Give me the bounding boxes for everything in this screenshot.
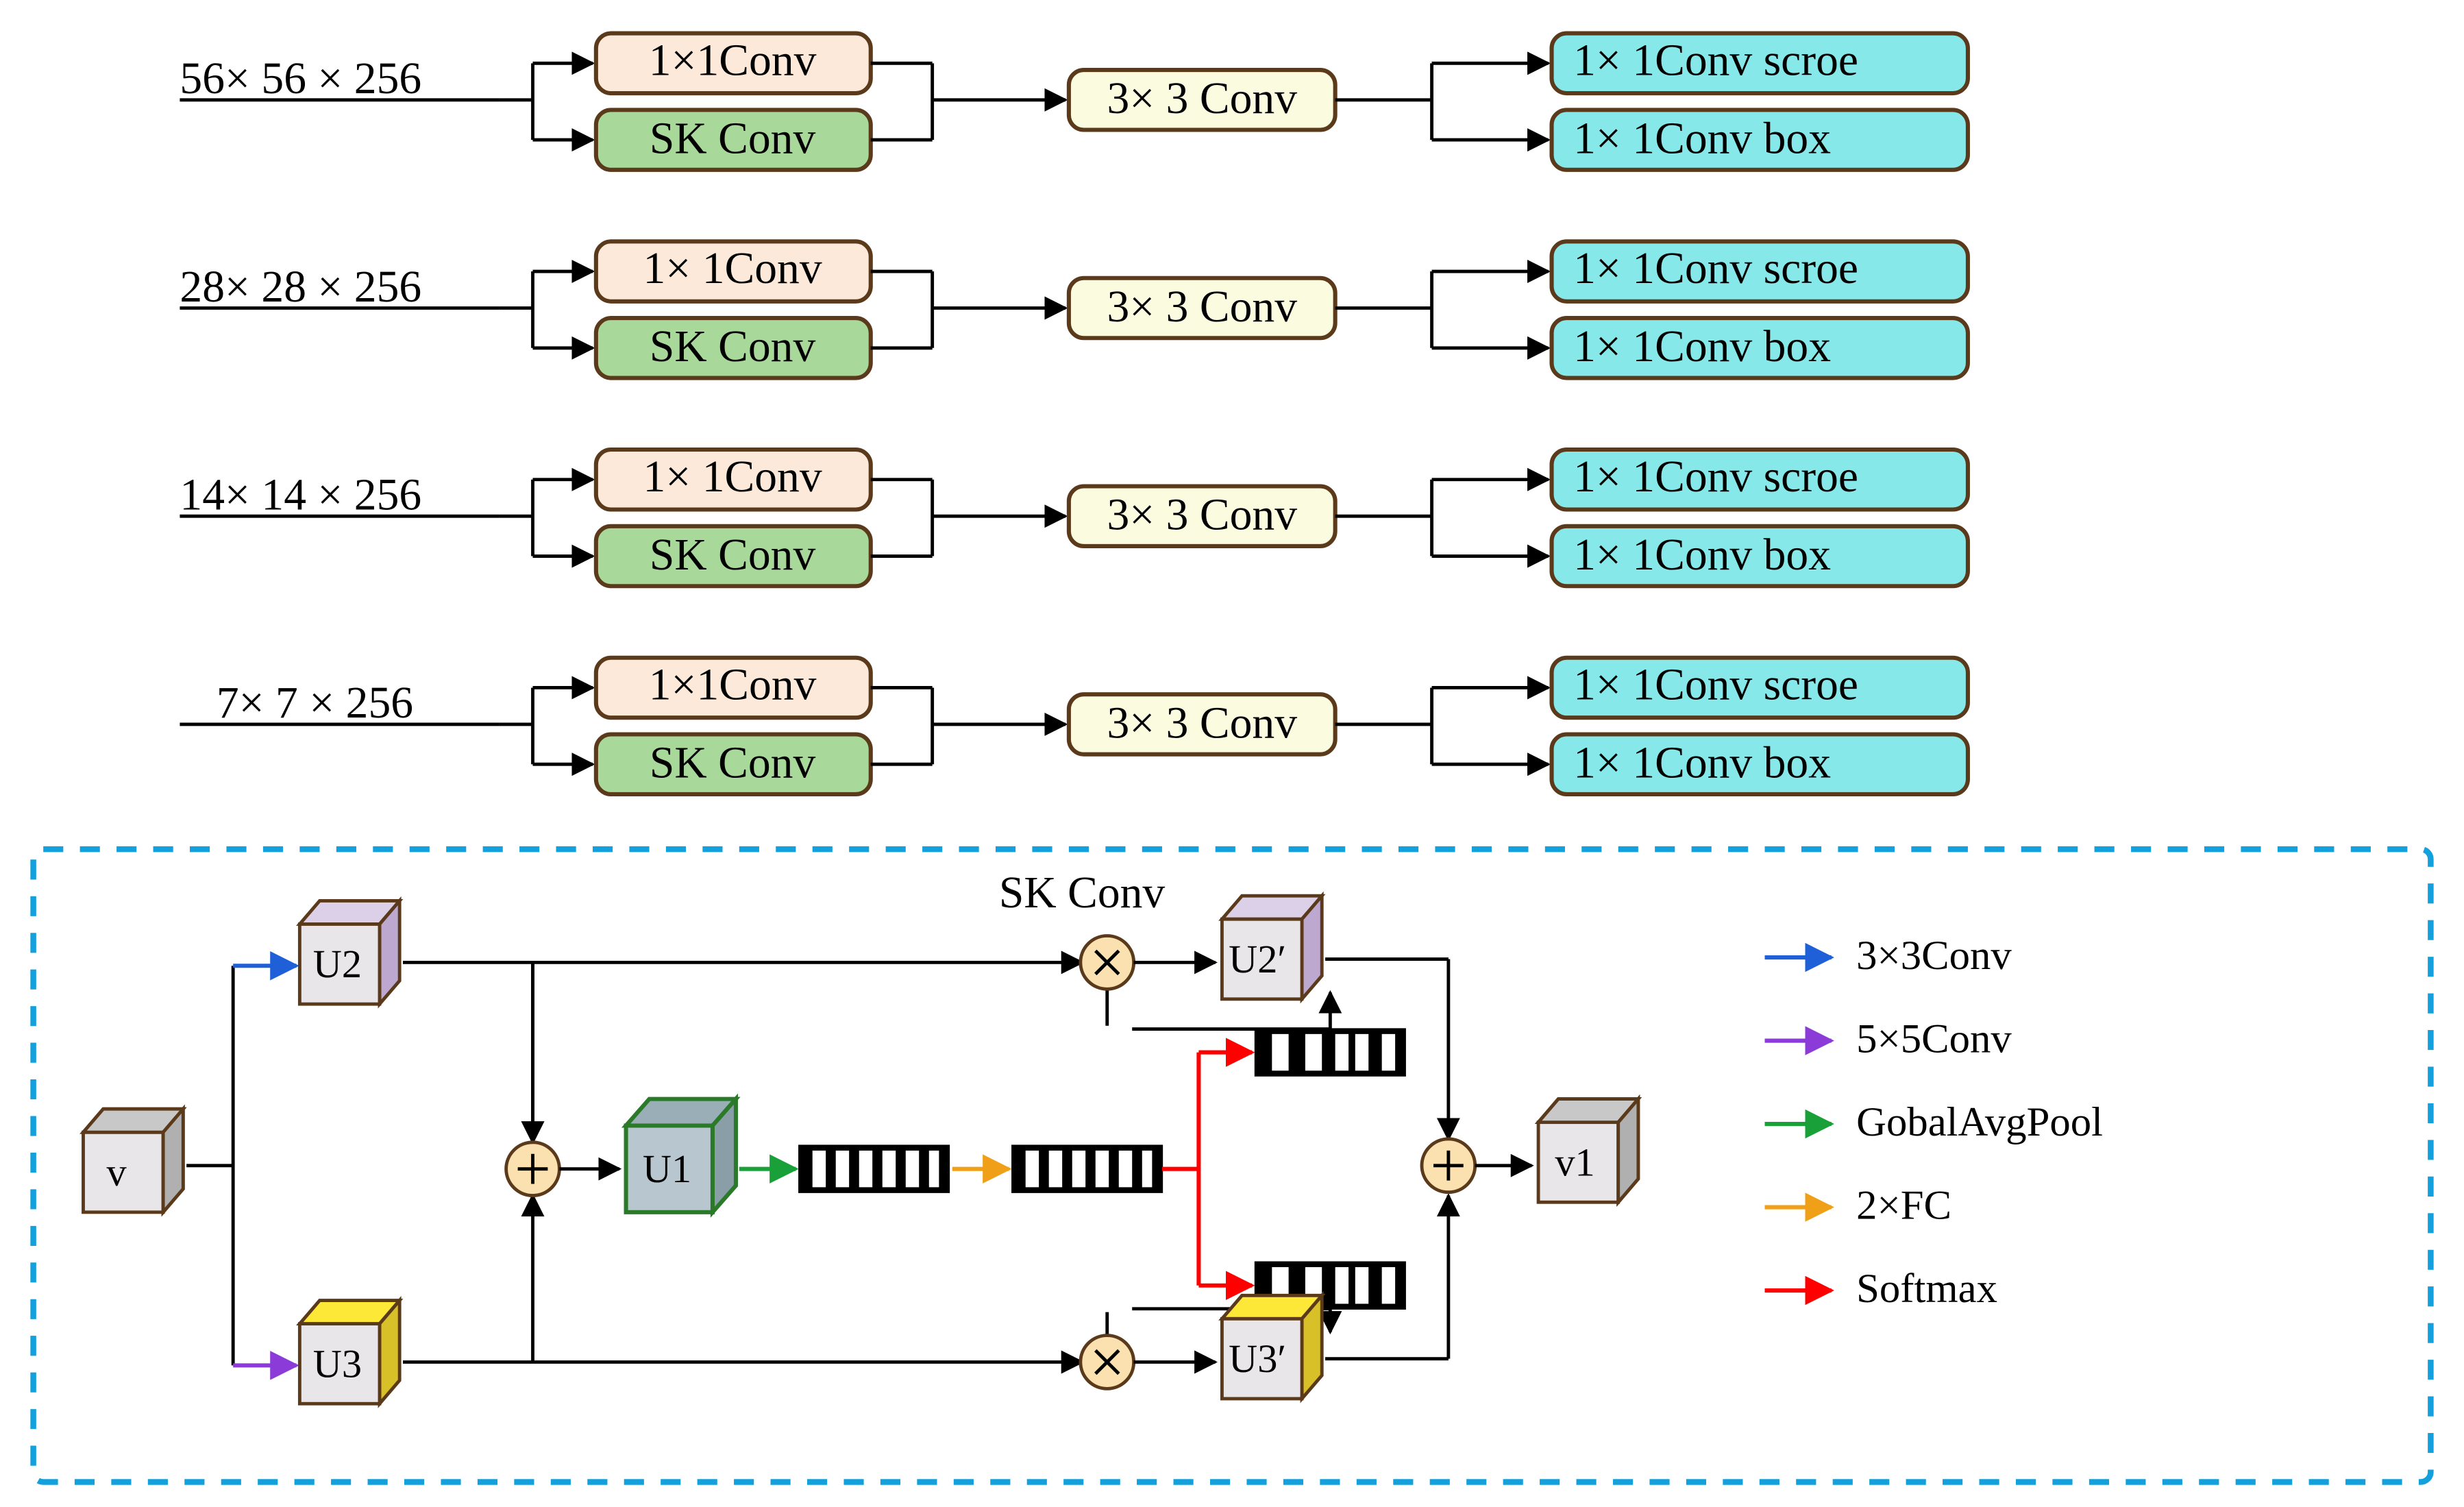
mult-top [1081, 935, 1134, 989]
svg-text:v1: v1 [1555, 1140, 1594, 1184]
row-input: 14× 14 × 256 [180, 470, 421, 519]
row-b1: 1× 1Conv [643, 452, 822, 502]
row-o2: 1× 1Conv box [1573, 322, 1831, 371]
row-o1: 1× 1Conv scroe [1573, 36, 1858, 85]
svg-text:U1: U1 [643, 1147, 691, 1191]
row-b2: SK Conv [650, 114, 816, 164]
row-b1: 1×1Conv [649, 660, 817, 709]
svg-text:U2′: U2′ [1229, 937, 1286, 981]
feature-bar-2 [1012, 1146, 1162, 1192]
node-u3: U3 [299, 1301, 399, 1404]
feature-bar-top [1255, 1029, 1405, 1076]
row-o2: 1× 1Conv box [1573, 114, 1831, 164]
svg-text:U2: U2 [313, 942, 362, 986]
row-o1: 1× 1Conv scroe [1573, 452, 1858, 502]
svg-text:U3′: U3′ [1229, 1336, 1286, 1381]
row-input: 56× 56 × 256 [180, 54, 421, 103]
svg-text:5×5Conv: 5×5Conv [1856, 1016, 2012, 1062]
row-o1: 1× 1Conv scroe [1573, 660, 1858, 709]
sk-graph: v U2 U3 U1 [83, 896, 2103, 1404]
sk-title: SK Conv [999, 868, 1166, 918]
row-mid: 3× 3 Conv [1107, 282, 1297, 332]
row-input: 7× 7 × 256 [217, 678, 413, 728]
legend: 3×3Conv 5×5Conv GobalAvgPool 2×FC Softma… [1765, 933, 2104, 1312]
row-b2: SK Conv [650, 530, 816, 580]
row-b1: 1×1Conv [649, 36, 817, 85]
svg-text:3×3Conv: 3×3Conv [1856, 933, 2012, 979]
row-mid: 3× 3 Conv [1107, 491, 1297, 540]
diagram-root: 56× 56 × 256 1×1Conv SK Conv 3× 3 Conv 1… [0, 0, 2464, 1507]
row-b2: SK Conv [650, 739, 816, 788]
row-mid: 3× 3 Conv [1107, 74, 1297, 123]
node-u2p: U2′ [1222, 896, 1322, 999]
sum-out [1422, 1139, 1475, 1192]
feature-bar-1 [799, 1146, 949, 1192]
svg-text:U3: U3 [313, 1341, 362, 1386]
mult-bot [1081, 1336, 1134, 1389]
node-u1: U1 [626, 1099, 736, 1212]
svg-text:GobalAvgPool: GobalAvgPool [1856, 1099, 2103, 1145]
svg-text:v: v [107, 1150, 127, 1194]
row-b1: 1× 1Conv [643, 244, 822, 293]
node-v: v [83, 1109, 183, 1212]
row-b2: SK Conv [650, 322, 816, 371]
row-o2: 1× 1Conv box [1573, 530, 1831, 580]
row-input: 28× 28 × 256 [180, 262, 421, 312]
sum-node [506, 1142, 560, 1196]
row-o1: 1× 1Conv scroe [1573, 244, 1858, 293]
row-mid: 3× 3 Conv [1107, 698, 1297, 748]
svg-text:2×FC: 2×FC [1856, 1183, 1951, 1229]
node-v1: v1 [1538, 1099, 1638, 1203]
node-u2: U2 [299, 900, 399, 1004]
rows-group: 56× 56 × 256 1×1Conv SK Conv 3× 3 Conv 1… [180, 34, 1968, 794]
svg-text:Softmax: Softmax [1856, 1266, 1997, 1312]
row-o2: 1× 1Conv box [1573, 739, 1831, 788]
node-u3p: U3′ [1222, 1295, 1322, 1399]
